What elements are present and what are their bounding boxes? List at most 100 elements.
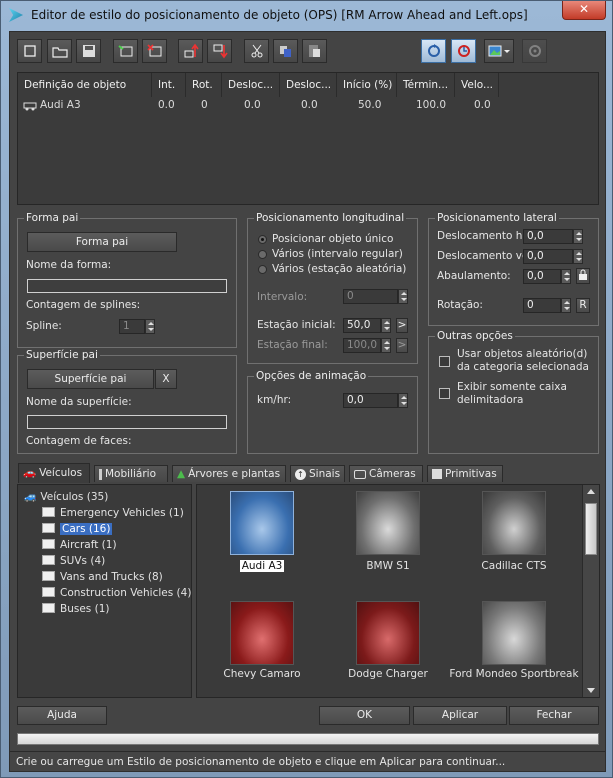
reset-rotation-button[interactable]: R bbox=[576, 298, 590, 313]
rotacao-spinner[interactable]: 0 bbox=[523, 298, 561, 313]
forma-pai-button[interactable]: Forma pai bbox=[27, 232, 177, 252]
close-dialog-button[interactable]: Fechar bbox=[509, 706, 599, 725]
clear-superficie-button[interactable]: X bbox=[155, 369, 177, 389]
option-label: Vários (intervalo regular) bbox=[272, 248, 403, 260]
refresh-button[interactable] bbox=[421, 39, 446, 63]
table-row[interactable]: Audi A3 0.0 0 0.0 0.0 50.0 100.0 0.0 bbox=[18, 98, 598, 112]
settings-button[interactable] bbox=[522, 39, 547, 63]
move-down-button[interactable] bbox=[207, 39, 232, 63]
rotate-icon bbox=[457, 45, 470, 57]
apply-button[interactable]: Aplicar bbox=[413, 706, 507, 725]
row-velo: 0.0 bbox=[474, 99, 491, 111]
kmh-spinner[interactable]: 0,0 bbox=[343, 393, 398, 408]
group-title: Forma pai bbox=[24, 212, 81, 225]
thumb-bmw-s1[interactable] bbox=[356, 491, 420, 555]
random-objects-checkbox[interactable] bbox=[439, 356, 450, 367]
superficie-pai-button[interactable]: Superfície pai bbox=[27, 369, 154, 389]
thumb-caption: Dodge Charger bbox=[348, 668, 428, 680]
radio-unico[interactable] bbox=[258, 235, 267, 244]
progress-bar bbox=[17, 733, 599, 745]
tree-item[interactable]: Aircraft (1) bbox=[42, 538, 117, 552]
abaulamento-spinner[interactable]: 0,0 bbox=[523, 269, 561, 284]
thumb-cadillac-cts[interactable] bbox=[482, 491, 546, 555]
object-definition-list[interactable]: Definição de objeto Int. Rot. Desloc... … bbox=[17, 72, 599, 205]
rotate-button[interactable] bbox=[451, 39, 476, 63]
copy-button[interactable] bbox=[273, 39, 298, 63]
thumb-chevy-camaro[interactable] bbox=[230, 601, 294, 665]
desloc-ver-spinner[interactable]: 0,0 bbox=[523, 249, 573, 264]
column-header[interactable]: Definição de objeto bbox=[18, 73, 152, 97]
radio-intervalo-regular[interactable] bbox=[258, 250, 267, 259]
rotacao-arrows[interactable] bbox=[561, 298, 571, 313]
save-button[interactable] bbox=[76, 39, 101, 63]
estacao-final-spinner[interactable]: 100,0 bbox=[343, 338, 381, 353]
tab-cameras[interactable]: Câmeras bbox=[349, 465, 423, 482]
folder-icon bbox=[42, 523, 55, 533]
estacao-inicial-pick-button[interactable]: > bbox=[396, 318, 408, 333]
help-button[interactable]: Ajuda bbox=[17, 706, 107, 725]
new-file-button[interactable] bbox=[17, 39, 42, 63]
tab-primitivas[interactable]: Primitivas bbox=[427, 465, 503, 482]
column-header[interactable]: Velo... bbox=[455, 73, 499, 97]
desloc-ver-arrows[interactable] bbox=[573, 249, 583, 264]
status-bar: Crie ou carregue um Estilo de posicionam… bbox=[10, 751, 605, 771]
category-tree[interactable]: 🚙 Veículos (35) Emergency Vehicles (1) C… bbox=[17, 484, 192, 698]
cut-button[interactable] bbox=[244, 39, 269, 63]
nome-superficie-field[interactable] bbox=[27, 415, 227, 429]
desloc-hor-spinner[interactable]: 0,0 bbox=[523, 229, 573, 244]
lock-icon bbox=[579, 269, 587, 280]
open-button[interactable] bbox=[47, 39, 72, 63]
column-header[interactable]: Desloc... bbox=[222, 73, 280, 97]
tab-sinais[interactable]: ↑ Sinais bbox=[290, 465, 345, 482]
spline-arrows[interactable] bbox=[145, 319, 155, 334]
tree-item[interactable]: Buses (1) bbox=[42, 602, 109, 616]
close-button[interactable]: ✕ bbox=[562, 1, 606, 20]
column-header[interactable]: Início (%) bbox=[337, 73, 397, 97]
kmh-arrows[interactable] bbox=[398, 393, 408, 408]
thumb-ford-mondeo[interactable] bbox=[482, 601, 546, 665]
tab-veiculos[interactable]: 🚗 Veículos bbox=[18, 463, 90, 483]
tree-item[interactable]: SUVs (4) bbox=[42, 554, 105, 568]
nome-forma-field[interactable] bbox=[27, 279, 227, 293]
object-gallery[interactable]: Audi A3 BMW S1 Cadillac CTS Chevy Camaro… bbox=[196, 484, 600, 698]
intervalo-spinner[interactable]: 0 bbox=[343, 289, 398, 304]
desloc-hor-arrows[interactable] bbox=[573, 229, 583, 244]
paste-button[interactable] bbox=[302, 39, 327, 63]
scroll-down-icon[interactable] bbox=[587, 688, 595, 693]
column-header[interactable]: Int. bbox=[152, 73, 186, 97]
gallery-scrollbar[interactable] bbox=[582, 485, 599, 697]
tree-item[interactable]: Vans and Trucks (8) bbox=[42, 570, 163, 584]
abaulamento-arrows[interactable] bbox=[561, 269, 571, 284]
tree-item[interactable]: Cars (16) bbox=[42, 522, 113, 536]
tab-arvores[interactable]: ▲ Árvores e plantas bbox=[172, 465, 286, 482]
tree-root[interactable]: 🚙 Veículos (35) bbox=[24, 490, 108, 504]
import-button[interactable] bbox=[113, 39, 138, 63]
thumb-audi-a3[interactable] bbox=[230, 491, 294, 555]
tree-item[interactable]: Emergency Vehicles (1) bbox=[42, 506, 184, 520]
thumb-dodge-charger[interactable] bbox=[356, 601, 420, 665]
estacao-final-arrows[interactable] bbox=[381, 338, 391, 353]
estacao-final-pick-button[interactable]: > bbox=[396, 338, 408, 353]
move-up-button[interactable] bbox=[178, 39, 203, 63]
spline-spinner[interactable]: 1 bbox=[119, 319, 145, 334]
checkbox-label: Usar objetos aleatório(d) bbox=[457, 348, 588, 360]
ok-button[interactable]: OK bbox=[319, 706, 410, 725]
bounding-box-checkbox[interactable] bbox=[439, 388, 450, 399]
superficie-pai-group: Superfície pai Superfície pai X Nome da … bbox=[17, 349, 237, 454]
tab-mobiliario[interactable]: Mobiliário bbox=[94, 465, 168, 482]
radio-estacao-aleatoria[interactable] bbox=[258, 265, 267, 274]
scroll-thumb[interactable] bbox=[585, 503, 597, 555]
image-dropdown-button[interactable] bbox=[484, 39, 514, 63]
tree-item[interactable]: Construction Vehicles (4) bbox=[42, 586, 191, 600]
option-label: Vários (estação aleatória) bbox=[272, 263, 407, 275]
estacao-inicial-arrows[interactable] bbox=[381, 318, 391, 333]
column-header[interactable]: Desloc... bbox=[280, 73, 337, 97]
camera-icon bbox=[354, 469, 366, 479]
intervalo-arrows[interactable] bbox=[398, 289, 408, 304]
column-header[interactable]: Términ... bbox=[397, 73, 455, 97]
column-header[interactable]: Rot. bbox=[186, 73, 222, 97]
delete-button[interactable] bbox=[142, 39, 167, 63]
scroll-up-icon[interactable] bbox=[587, 489, 595, 494]
estacao-inicial-spinner[interactable]: 50,0 bbox=[343, 318, 381, 333]
lock-button[interactable] bbox=[576, 268, 590, 284]
